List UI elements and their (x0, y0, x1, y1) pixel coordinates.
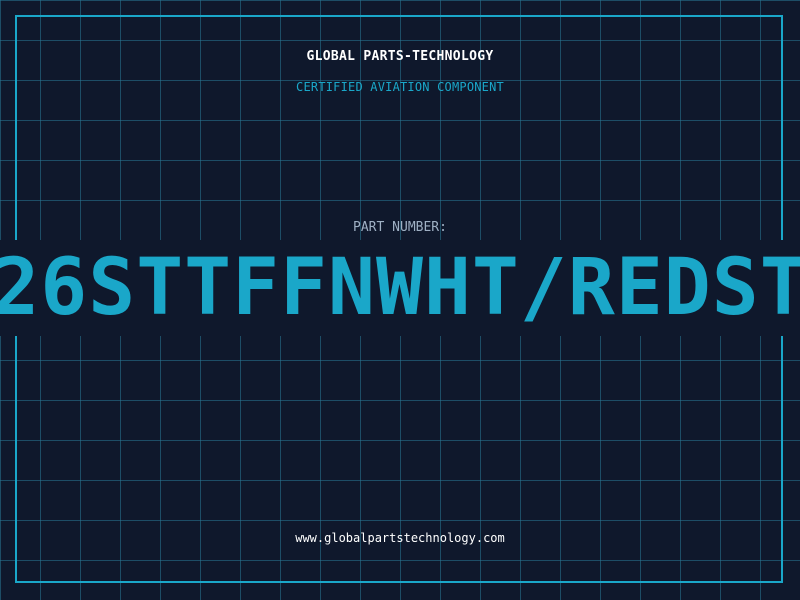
part-number-value: C26STTFFNWHT/REDSTR (0, 243, 800, 333)
part-number-label: PART NUMBER: (353, 220, 447, 235)
tagline: CERTIFIED AVIATION COMPONENT (296, 80, 504, 94)
part-number-band: C26STTFFNWHT/REDSTR (0, 240, 800, 336)
brand-title: GLOBAL PARTS-TECHNOLOGY (306, 49, 494, 64)
website-url: www.globalpartstechnology.com (295, 531, 505, 545)
